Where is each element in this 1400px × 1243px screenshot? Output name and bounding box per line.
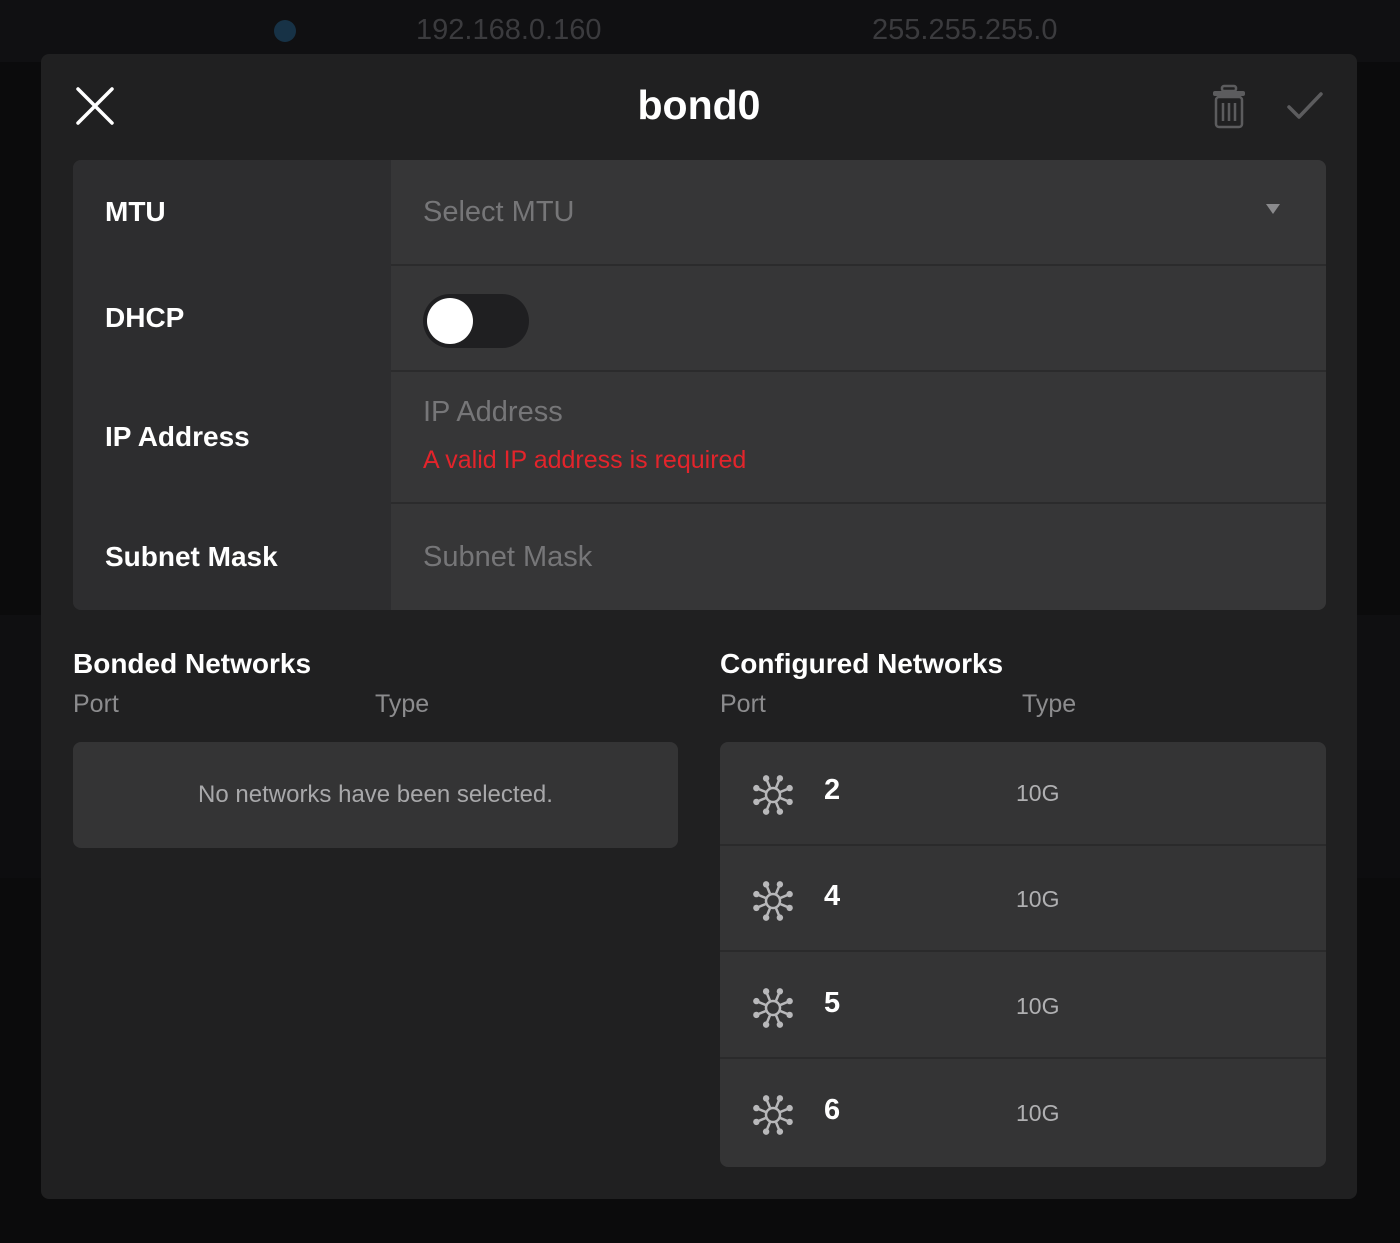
dhcp-toggle[interactable] <box>423 294 529 348</box>
network-row[interactable]: 5 10G <box>720 955 1326 1059</box>
network-port: 6 <box>824 1094 841 1126</box>
ip-address-error: A valid IP address is required <box>423 446 747 474</box>
form-label-column: MTU DHCP IP Address Subnet Mask <box>73 160 391 610</box>
bonded-type-header: Type <box>375 690 430 718</box>
ip-address-field[interactable]: IP Address A valid IP address is require… <box>391 372 1326 502</box>
dhcp-label: DHCP <box>105 302 185 333</box>
configured-networks-list: 2 10G 4 10G 5 10G 6 10G <box>720 742 1326 1167</box>
ip-address-placeholder: IP Address <box>423 396 563 428</box>
bonded-empty-state: No networks have been selected. <box>73 742 678 848</box>
configured-type-header: Type <box>1022 690 1077 718</box>
mtu-placeholder: Select MTU <box>423 196 575 228</box>
background-table-row: 192.168.0.160 255.255.255.0 <box>0 0 1400 62</box>
ip-address-label: IP Address <box>105 421 250 452</box>
configured-networks-title: Configured Networks <box>720 648 1004 679</box>
subnet-mask-field[interactable]: Subnet Mask <box>391 504 1326 610</box>
bond-edit-dialog: bond0 MTU DHCP IP Address Subnet Mask Se… <box>41 54 1357 1199</box>
network-row[interactable]: 2 10G <box>720 742 1326 846</box>
network-hub-icon <box>753 775 793 815</box>
network-hub-icon <box>753 881 793 921</box>
dialog-title: bond0 <box>637 82 761 128</box>
chevron-down-icon <box>1266 204 1280 214</box>
network-row[interactable]: 4 10G <box>720 848 1326 952</box>
network-hub-icon <box>753 1095 793 1135</box>
check-icon[interactable] <box>1285 86 1325 126</box>
network-port: 4 <box>824 880 841 912</box>
mtu-label: MTU <box>105 196 166 227</box>
status-dot <box>274 20 296 42</box>
network-type: 10G <box>1016 1100 1060 1126</box>
network-row[interactable]: 6 10G <box>720 1062 1326 1166</box>
mtu-select[interactable]: Select MTU <box>391 160 1326 264</box>
network-port: 2 <box>824 774 841 806</box>
network-type: 10G <box>1016 993 1060 1019</box>
bond-settings-form: MTU DHCP IP Address Subnet Mask Select M… <box>73 160 1326 610</box>
network-type: 10G <box>1016 886 1060 912</box>
bonded-networks-title: Bonded Networks <box>73 648 312 679</box>
configured-port-header: Port <box>720 690 766 718</box>
bonded-port-header: Port <box>73 690 119 718</box>
network-hub-icon <box>753 988 793 1028</box>
dhcp-row <box>391 266 1326 370</box>
subnet-mask-placeholder: Subnet Mask <box>423 541 593 573</box>
trash-icon[interactable] <box>1211 84 1247 130</box>
background-ip: 192.168.0.160 <box>416 14 602 46</box>
network-port: 5 <box>824 987 841 1019</box>
toggle-knob <box>427 298 473 344</box>
background-mask: 255.255.255.0 <box>872 14 1058 46</box>
subnet-mask-label: Subnet Mask <box>105 541 278 572</box>
network-type: 10G <box>1016 780 1060 806</box>
